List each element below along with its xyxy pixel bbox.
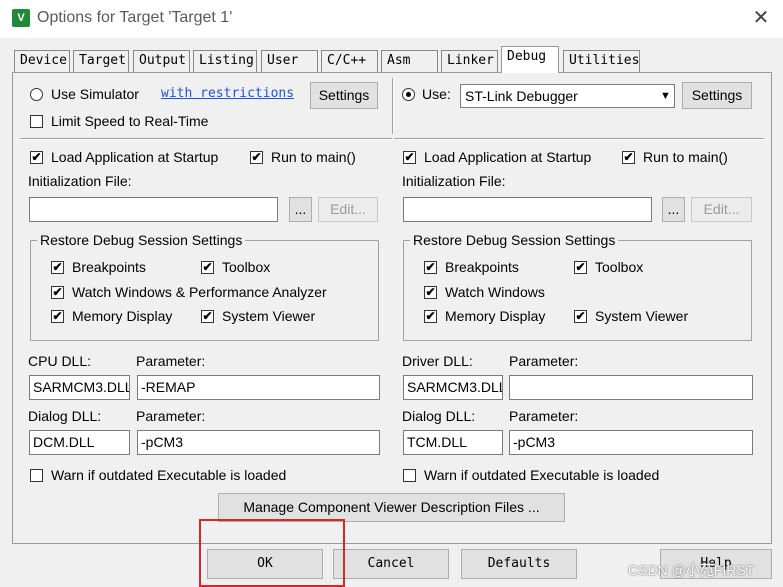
load-app-checkbox-left[interactable]: ✔ [30, 151, 43, 164]
init-file-input-left[interactable] [29, 197, 278, 222]
right-divider [394, 138, 764, 140]
close-icon[interactable]: ✕ [750, 6, 772, 30]
system-viewer-label-right: System Viewer [595, 308, 689, 324]
tab-debug[interactable]: Debug [501, 46, 559, 73]
cancel-button[interactable]: Cancel [333, 549, 449, 579]
tab-user[interactable]: User [261, 50, 318, 72]
tab-linker[interactable]: Linker [441, 50, 498, 72]
tab-device[interactable]: Device [14, 50, 70, 72]
dialog-dll-label-right: Dialog DLL: [402, 408, 476, 424]
toolbox-checkbox-right[interactable]: ✔ [574, 261, 587, 274]
warn-checkbox-right[interactable] [403, 469, 416, 482]
run-to-main-label-right: Run to main() [643, 149, 728, 165]
restore-title-right: Restore Debug Session Settings [410, 232, 619, 248]
debugger-select-value: ST-Link Debugger [465, 88, 578, 104]
manage-viewer-files-button[interactable]: Manage Component Viewer Description File… [218, 493, 565, 522]
driver-param-input[interactable] [509, 375, 753, 400]
debugger-select[interactable]: ST-Link Debugger ▼ [460, 84, 675, 108]
driver-dll-input[interactable]: SARMCM3.DLL [403, 375, 503, 400]
breakpoints-checkbox-left[interactable]: ✔ [51, 261, 64, 274]
load-app-label-right: Load Application at Startup [424, 149, 592, 165]
cpu-dll-label: CPU DLL: [28, 353, 92, 369]
system-viewer-label-left: System Viewer [222, 308, 316, 324]
init-file-label-left: Initialization File: [28, 173, 132, 189]
watch-windows-label-right: Watch Windows [445, 284, 545, 300]
limit-speed-label: Limit Speed to Real-Time [51, 113, 209, 129]
dialog-dll-label-left: Dialog DLL: [28, 408, 102, 424]
memory-display-label-left: Memory Display [72, 308, 173, 324]
use-simulator-label: Use Simulator [51, 86, 139, 102]
load-app-checkbox-right[interactable]: ✔ [403, 151, 416, 164]
breakpoints-label-left: Breakpoints [72, 259, 146, 275]
init-file-edit-right[interactable]: Edit... [691, 197, 752, 222]
watch-windows-label-left: Watch Windows & Performance Analyzer [72, 284, 327, 300]
dialog-dll-input-right[interactable]: TCM.DLL [403, 430, 503, 455]
system-viewer-checkbox-right[interactable]: ✔ [574, 310, 587, 323]
cpu-param-input[interactable]: -REMAP [137, 375, 380, 400]
use-label: Use: [422, 86, 451, 102]
breakpoints-label-right: Breakpoints [445, 259, 519, 275]
dialog-param-input-right[interactable]: -pCM3 [509, 430, 753, 455]
system-viewer-checkbox-left[interactable]: ✔ [201, 310, 214, 323]
dialog-param-label-right: Parameter: [509, 408, 579, 424]
run-to-main-checkbox-right[interactable]: ✔ [622, 151, 635, 164]
toolbox-label-left: Toolbox [222, 259, 271, 275]
run-to-main-checkbox-left[interactable]: ✔ [250, 151, 263, 164]
cpu-dll-input[interactable]: SARMCM3.DLL [29, 375, 130, 400]
defaults-button[interactable]: Defaults [461, 549, 577, 579]
init-file-browse-right[interactable]: ... [662, 197, 685, 222]
dialog-dll-input-left[interactable]: DCM.DLL [29, 430, 130, 455]
warn-label-left: Warn if outdated Executable is loaded [51, 467, 287, 483]
dialog-param-input-left[interactable]: -pCM3 [137, 430, 380, 455]
toolbox-checkbox-left[interactable]: ✔ [201, 261, 214, 274]
memory-display-label-right: Memory Display [445, 308, 546, 324]
driver-param-label: Parameter: [509, 353, 579, 369]
highlight-box [199, 519, 345, 587]
driver-dll-label: Driver DLL: [402, 353, 473, 369]
toolbox-label-right: Toolbox [595, 259, 644, 275]
dialog-param-label-left: Parameter: [136, 408, 206, 424]
restrictions-link[interactable]: with restrictions [161, 86, 294, 101]
restore-title-left: Restore Debug Session Settings [37, 232, 246, 248]
use-simulator-radio[interactable] [30, 88, 43, 101]
memory-display-checkbox-left[interactable]: ✔ [51, 310, 64, 323]
tab-listing[interactable]: Listing [193, 50, 257, 72]
use-debugger-radio[interactable] [402, 88, 415, 101]
tab-target[interactable]: Target [73, 50, 129, 72]
init-file-edit-left[interactable]: Edit... [318, 197, 378, 222]
tab-asm[interactable]: Asm [381, 50, 438, 72]
limit-speed-checkbox[interactable] [30, 115, 43, 128]
init-file-input-right[interactable] [403, 197, 652, 222]
window-title: Options for Target 'Target 1' [37, 9, 233, 26]
watch-windows-checkbox-right[interactable]: ✔ [424, 286, 437, 299]
run-to-main-label-left: Run to main() [271, 149, 356, 165]
tab-utilities[interactable]: Utilities [563, 50, 640, 72]
debugger-settings-button[interactable]: Settings [682, 82, 752, 109]
memory-display-checkbox-right[interactable]: ✔ [424, 310, 437, 323]
panel-divider [392, 78, 394, 134]
watch-windows-checkbox-left[interactable]: ✔ [51, 286, 64, 299]
chevron-down-icon[interactable]: ▼ [657, 85, 674, 107]
breakpoints-checkbox-right[interactable]: ✔ [424, 261, 437, 274]
tab-output[interactable]: Output [133, 50, 190, 72]
cpu-param-label: Parameter: [136, 353, 206, 369]
simulator-settings-button[interactable]: Settings [310, 82, 378, 109]
left-divider [20, 138, 392, 140]
watermark: CSDN @小苑FIRST [628, 562, 755, 578]
warn-label-right: Warn if outdated Executable is loaded [424, 467, 660, 483]
load-app-label-left: Load Application at Startup [51, 149, 219, 165]
tab-cpp[interactable]: C/C++ [321, 50, 378, 72]
warn-checkbox-left[interactable] [30, 469, 43, 482]
init-file-browse-left[interactable]: ... [289, 197, 312, 222]
keil-icon: V [12, 9, 30, 27]
init-file-label-right: Initialization File: [402, 173, 506, 189]
